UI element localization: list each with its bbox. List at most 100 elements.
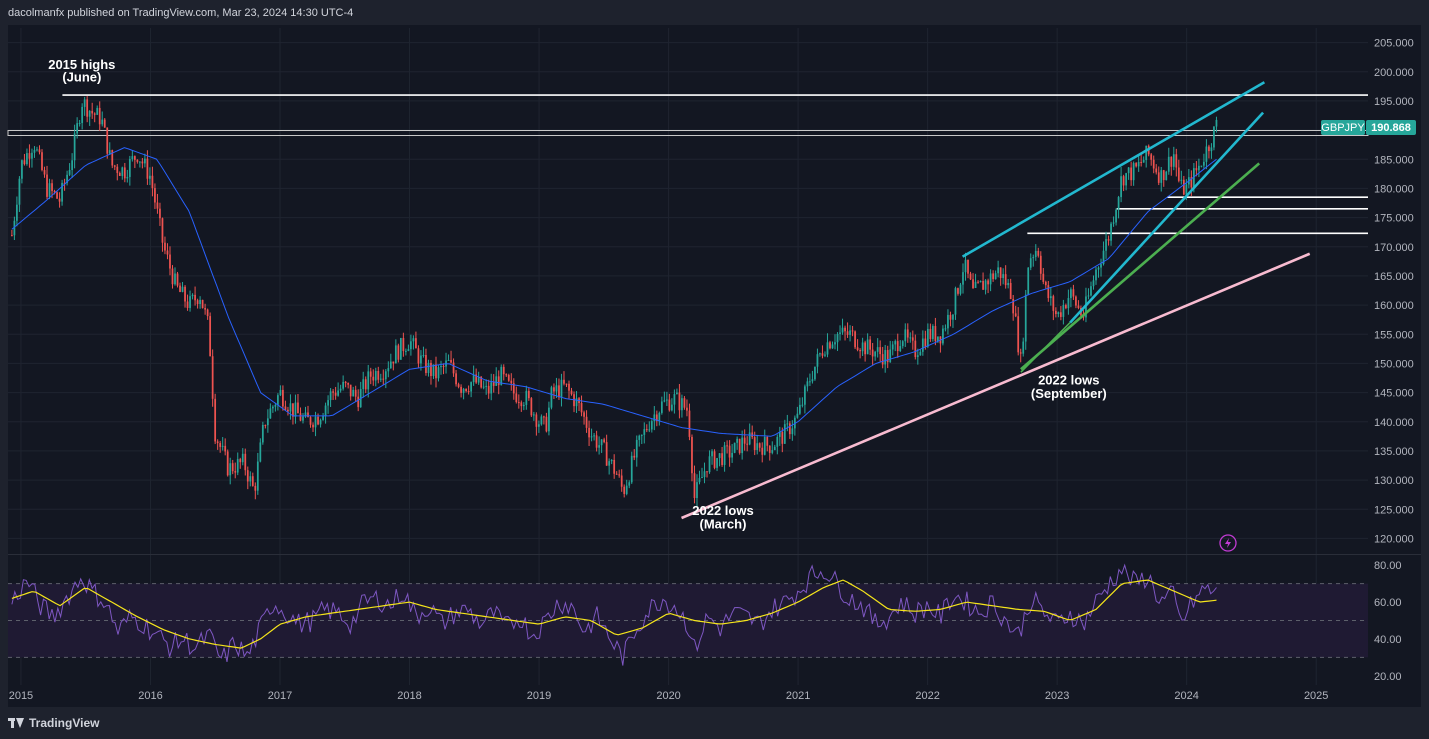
candle-body — [1067, 298, 1070, 309]
candle-body — [427, 362, 430, 373]
price-chart[interactable]: 2015 highs(June)2022 lows(March)2022 low… — [0, 0, 1429, 739]
brand-label: TradingView — [29, 716, 100, 730]
candle-body — [522, 404, 525, 407]
trendline-upper-channel — [961, 81, 1266, 258]
price-axis-tick: 170.000 — [1374, 242, 1414, 254]
candle-body — [899, 346, 902, 351]
candle-body — [21, 160, 23, 179]
candle-body — [1100, 264, 1102, 268]
candle-body — [36, 149, 38, 151]
candle-body — [718, 453, 721, 459]
candle-body — [482, 386, 485, 388]
candle-body — [1034, 250, 1037, 258]
candle-body — [337, 390, 340, 396]
candle-body — [1072, 289, 1075, 297]
resistance-band — [7, 130, 1369, 136]
candle-body — [133, 156, 136, 160]
candle-body — [921, 338, 924, 352]
candle-body — [929, 328, 932, 340]
candle-body — [733, 442, 736, 453]
candle-body — [1177, 167, 1180, 181]
candle-body — [452, 362, 455, 374]
candle-body — [38, 149, 41, 153]
candle-body — [420, 355, 422, 364]
candle-body — [766, 437, 769, 446]
candle-body — [51, 183, 53, 192]
candle-body — [249, 476, 252, 482]
candle-body — [881, 354, 884, 365]
candle-body — [236, 459, 239, 473]
candle-body — [349, 384, 352, 397]
candle-body — [259, 442, 262, 462]
candle-body — [1022, 341, 1025, 354]
candle-body — [942, 328, 944, 344]
candle-body — [332, 391, 334, 393]
candle-body — [623, 486, 626, 494]
candle-body — [1137, 161, 1140, 167]
candle-body — [41, 152, 43, 170]
candle-body — [824, 354, 826, 356]
candle-body — [495, 376, 498, 386]
candle-body — [555, 385, 558, 392]
candle-body — [297, 402, 299, 414]
candle-body — [299, 413, 302, 421]
candle-body — [688, 410, 691, 437]
candle-body — [56, 192, 58, 199]
candle-body — [1019, 352, 1022, 354]
candle-body — [590, 436, 593, 438]
candle-body — [292, 403, 294, 417]
candle-body — [271, 406, 274, 409]
lightning-icon[interactable] — [1219, 534, 1237, 552]
candle-body — [603, 439, 606, 443]
candle-body — [199, 299, 201, 305]
candle-body — [176, 273, 179, 286]
candle-body — [771, 450, 774, 453]
candle-body — [246, 470, 249, 482]
tradingview-brand[interactable]: TradingView — [8, 716, 99, 730]
candle-body — [575, 398, 578, 407]
candle-body — [844, 327, 846, 332]
candle-body — [804, 386, 806, 405]
candle-body — [540, 416, 543, 425]
candle-body — [103, 119, 106, 128]
candle-body — [781, 432, 784, 444]
candle-body — [640, 434, 643, 436]
candle-body — [161, 218, 164, 243]
candle-body — [1175, 154, 1178, 168]
candle-body — [470, 382, 473, 392]
candle-body — [1105, 239, 1107, 251]
candle-body — [974, 281, 977, 289]
candle-body — [465, 388, 467, 392]
candle-body — [846, 331, 849, 335]
candle-body — [914, 340, 917, 358]
candle-body — [154, 188, 156, 203]
candle-body — [816, 354, 819, 367]
candle-body — [861, 342, 864, 352]
last-price-value: 190.868 — [1371, 122, 1411, 134]
candle-body — [244, 453, 247, 471]
candle-body — [989, 273, 992, 285]
candle-body — [502, 366, 505, 375]
candle-body — [977, 281, 979, 283]
candle-body — [251, 476, 254, 486]
candle-body — [891, 344, 894, 350]
candle-body — [510, 380, 513, 384]
candle-body — [643, 429, 646, 435]
candle-body — [1172, 154, 1175, 167]
candle-body — [696, 482, 698, 499]
candle-body — [505, 374, 508, 376]
candle-body — [761, 447, 764, 455]
candle-body — [916, 355, 919, 358]
candle-body — [287, 409, 289, 412]
candle-body — [136, 159, 139, 162]
candle-body — [1004, 274, 1007, 286]
candle-body — [801, 404, 804, 406]
candle-body — [952, 314, 954, 320]
candle-body — [776, 436, 779, 447]
candle-body — [189, 296, 191, 308]
candle-body — [485, 385, 488, 387]
candle-body — [169, 254, 171, 269]
candle-body — [33, 149, 36, 153]
candle-body — [221, 445, 224, 447]
candle-body — [91, 110, 94, 114]
